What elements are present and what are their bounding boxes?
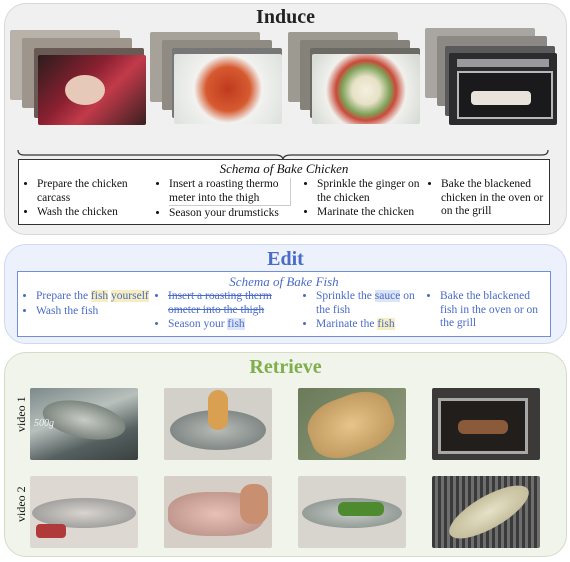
schema-column-1: Prepare the fish yourself Wash the fish xyxy=(22,290,154,319)
seasoned-chicken-bowl-photo xyxy=(174,54,282,124)
schema-column-2: Insert a roasting thermo meter into the … xyxy=(155,178,295,222)
edited-word: fish xyxy=(227,318,245,330)
schema-column-3: Sprinkle the sauce on the fish Marinate … xyxy=(302,290,426,333)
video-2-label: video 2 xyxy=(14,486,28,522)
video1-frame-raw-fish: 500g xyxy=(30,388,138,460)
edited-word: yourself xyxy=(111,290,149,302)
video2-frame-whole-fish xyxy=(30,476,138,548)
retrieve-title: Retrieve xyxy=(249,356,322,378)
weight-overlay-text: 500g xyxy=(34,418,54,429)
schema-bake-chicken: Schema of Bake Chicken Prepare the chick… xyxy=(18,159,550,225)
schema-step: Prepare the chicken carcass xyxy=(37,178,155,205)
schema-column-2: Insert a roasting therm ometer into the … xyxy=(154,290,294,333)
schema-step: Marinate the fish xyxy=(316,318,426,332)
schema-title: Schema of Bake Chicken xyxy=(219,161,349,176)
video2-frame-herb-fish xyxy=(298,476,406,548)
video2-frame-grill-fish xyxy=(432,476,540,548)
schema-step: Wash the fish xyxy=(36,305,154,319)
schema-step: Prepare the fish yourself xyxy=(36,290,154,304)
schema-step: Season your drumsticks xyxy=(169,207,295,221)
video1-frame-sauce-on-fish xyxy=(164,388,272,460)
schema-column-4: Bake the blackened fish in the oven or o… xyxy=(426,290,548,332)
schema-title: Schema of Bake Fish xyxy=(229,274,339,289)
oven-photo xyxy=(449,53,557,125)
schema-step-deleted: Insert a roasting therm ometer into the … xyxy=(168,290,294,317)
schema-step: Bake the blackened chicken in the oven o… xyxy=(441,178,549,219)
edit-title: Edit xyxy=(267,248,304,270)
schema-column-4: Bake the blackened chicken in the oven o… xyxy=(427,178,549,220)
schema-bake-fish: Schema of Bake Fish Prepare the fish you… xyxy=(17,271,551,337)
schema-column-3: Sprinkle the ginger on the chicken Marin… xyxy=(303,178,427,221)
edited-word: fish xyxy=(90,290,109,302)
video1-frame-oven xyxy=(432,388,540,460)
schema-step: Sprinkle the ginger on the chicken xyxy=(317,178,427,205)
induce-title: Induce xyxy=(256,6,315,28)
schema-step: Wash the chicken xyxy=(37,206,155,220)
marinated-chicken-bowl-photo xyxy=(312,54,420,124)
schema-step: Season your fish xyxy=(168,318,294,332)
schema-column-1: Prepare the chicken carcass Wash the chi… xyxy=(23,178,155,221)
video2-frame-butterfly-fish xyxy=(164,476,272,548)
schema-step: Marinate the chicken xyxy=(317,206,427,220)
video1-frame-coated-fish xyxy=(298,388,406,460)
schema-step: Insert a roasting thermo meter into the … xyxy=(169,178,291,206)
edited-word: fish xyxy=(377,318,395,330)
schema-step: Sprinkle the sauce on the fish xyxy=(316,290,426,317)
schema-step: Bake the blackened fish in the oven or o… xyxy=(440,290,548,331)
edited-word: sauce xyxy=(374,290,401,302)
video-1-label: video 1 xyxy=(14,396,28,432)
